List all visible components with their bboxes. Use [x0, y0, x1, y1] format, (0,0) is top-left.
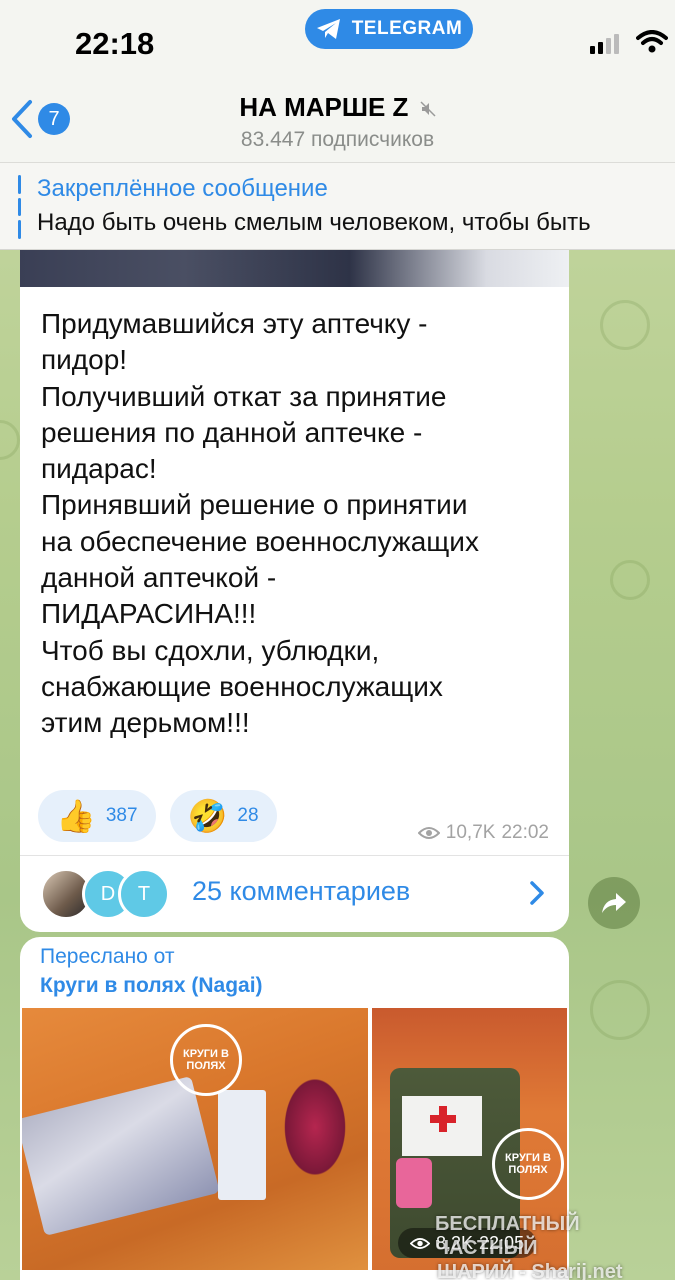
avatar: T: [118, 868, 170, 920]
channel-title-text: НА МАРШЕ Z: [239, 92, 409, 122]
reaction-count: 28: [237, 805, 259, 826]
reactions: 👍 387 🤣 28: [38, 790, 277, 842]
chevron-right-icon: [530, 881, 544, 905]
background-doodle: [0, 420, 20, 460]
red-cross-icon: [430, 1106, 456, 1132]
message-meta: 10,7K 22:02: [417, 822, 549, 844]
pinned-message-bar[interactable]: Закреплённое сообщение Надо быть очень с…: [0, 162, 675, 250]
pinned-title: Закреплённое сообщение: [37, 175, 328, 202]
channel-logo-watermark: КРУГИ В ПОЛЯХ: [492, 1128, 564, 1200]
subscriber-count: 83.447 подписчиков: [240, 128, 435, 151]
chat-header: 7 НА МАРШЕ Z 83.447 подписчиков: [0, 80, 675, 162]
message-bubble[interactable]: Придумавшийся эту аптечку - пидор! Получ…: [20, 250, 569, 932]
thumbs-up-icon: 👍: [56, 798, 96, 834]
media-photo[interactable]: КРУГИ В ПОЛЯХ: [22, 1008, 368, 1270]
pinned-text: Надо быть очень смелым человеком, чтобы …: [37, 209, 591, 236]
tourniquet-image: [280, 1072, 350, 1182]
background-doodle: [590, 980, 650, 1040]
comments-label: 25 комментариев: [192, 876, 411, 906]
status-bar: 22:18 TELEGRAM: [0, 0, 675, 80]
telegram-pill-label: TELEGRAM: [351, 18, 463, 39]
blister-image: [218, 1090, 266, 1200]
mute-icon: [420, 101, 436, 117]
roll-image: [396, 1158, 432, 1208]
share-arrow-icon: [602, 893, 626, 913]
watermark-line: БЕСПЛАТНЫЙ ЧАСТНЫЙ: [435, 1213, 580, 1259]
site-watermark: БЕСПЛАТНЫЙ ЧАСТНЫЙ ШАРИЙ - Sharij.net: [435, 1212, 675, 1280]
reaction-laughing[interactable]: 🤣 28: [169, 790, 277, 842]
status-time: 22:18: [75, 26, 155, 61]
comments-button[interactable]: D T 25 комментариев: [20, 856, 569, 932]
reaction-count: 387: [105, 805, 138, 826]
bandage-image: [22, 1076, 220, 1236]
rofl-icon: 🤣: [187, 798, 228, 834]
background-doodle: [610, 560, 650, 600]
forwarded-source-link[interactable]: Круги в полях (Nagai): [40, 974, 263, 998]
message-text: Придумавшийся эту аптечку - пидор! Получ…: [41, 308, 479, 739]
eye-icon: [417, 827, 440, 839]
telegram-pill[interactable]: TELEGRAM: [305, 9, 473, 49]
share-button[interactable]: [588, 877, 640, 929]
message-photo[interactable]: [20, 250, 569, 287]
eye-icon: [410, 1237, 430, 1249]
channel-title[interactable]: НА МАРШЕ Z: [0, 92, 675, 123]
view-count: 10,7K: [445, 822, 496, 843]
telegram-icon: [316, 19, 340, 39]
watermark-line: ШАРИЙ - Sharij.net: [437, 1261, 623, 1280]
wifi-icon: [636, 30, 668, 53]
forwarded-label: Переслано от: [40, 945, 175, 968]
signal-icon: [590, 34, 619, 54]
message-time: 22:02: [501, 822, 549, 843]
reaction-thumbs-up[interactable]: 👍 387: [38, 790, 156, 842]
background-doodle: [600, 300, 650, 350]
pinned-indicator: [18, 175, 21, 240]
channel-logo-watermark: КРУГИ В ПОЛЯХ: [170, 1024, 242, 1096]
